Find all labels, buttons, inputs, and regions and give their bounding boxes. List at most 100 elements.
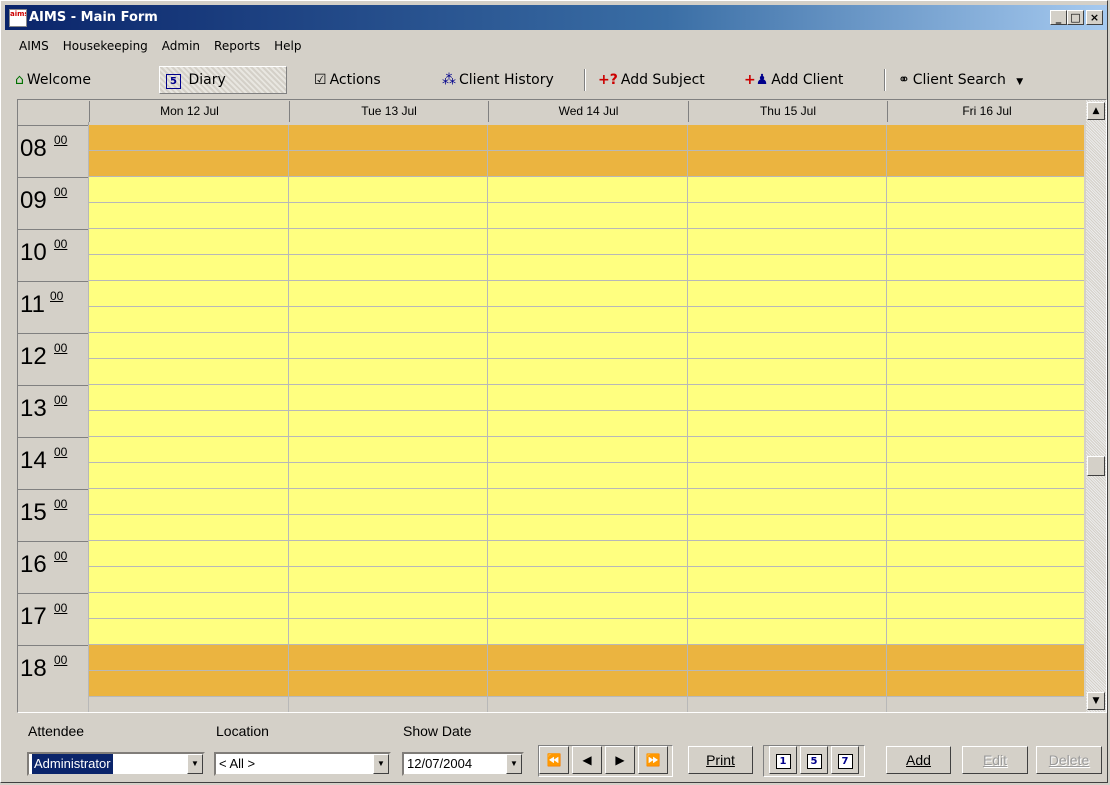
day-header-mon[interactable]: Mon 12 Jul [89, 101, 289, 122]
time-slot[interactable] [88, 255, 1084, 281]
add-label: Add [906, 752, 931, 768]
hour-number: 18 [20, 655, 47, 682]
chevron-down-icon[interactable]: ▼ [187, 754, 203, 774]
day-divider [886, 125, 887, 712]
menu-aims[interactable]: AIMS [19, 39, 49, 53]
chevron-down-icon[interactable]: ▼ [373, 754, 389, 774]
chevron-down-icon[interactable]: ▼ [1016, 77, 1023, 87]
print-button[interactable]: Print [688, 746, 753, 774]
hour-number: 17 [20, 603, 47, 630]
print-label: Print [706, 752, 735, 768]
add-button[interactable]: Add [886, 746, 951, 774]
toolbar-separator [584, 69, 586, 91]
scroll-down-button[interactable]: ▼ [1087, 692, 1105, 710]
time-slot[interactable] [88, 489, 1084, 515]
location-value: < All > [219, 756, 256, 771]
time-slot[interactable] [88, 125, 1084, 151]
day-header-thu[interactable]: Thu 15 Jul [688, 101, 887, 122]
day-divider [288, 125, 289, 712]
five-day-view-button[interactable]: 5 [800, 746, 828, 774]
client-history-button[interactable]: ⁂ Client History [442, 69, 554, 91]
hour-minutes: 00 [54, 341, 68, 355]
client-history-label: Client History [459, 72, 554, 88]
seven-day-view-button[interactable]: 7 [831, 746, 859, 774]
add-subject-icon: +? [598, 72, 618, 88]
add-client-label: Add Client [771, 72, 844, 88]
chevron-down-icon[interactable]: ▼ [506, 754, 522, 774]
scroll-thumb[interactable] [1087, 456, 1105, 476]
previous-icon[interactable]: ◀ [572, 746, 602, 774]
hour-label: 16 00 [18, 541, 88, 593]
diary-button[interactable]: 5 Diary [159, 66, 287, 94]
menu-housekeeping[interactable]: Housekeeping [63, 39, 148, 53]
add-subject-label: Add Subject [620, 72, 705, 88]
client-search-label: Client Search [912, 72, 1006, 88]
diary-grid[interactable] [88, 125, 1084, 712]
maximize-button[interactable]: □ [1067, 10, 1084, 25]
time-slot[interactable] [88, 385, 1084, 411]
time-slot[interactable] [88, 307, 1084, 333]
time-slot[interactable] [88, 567, 1084, 593]
time-slot[interactable] [88, 177, 1084, 203]
day-header-fri[interactable]: Fri 16 Jul [887, 101, 1086, 122]
location-select[interactable]: < All > ▼ [214, 752, 391, 776]
close-button[interactable]: × [1086, 10, 1103, 25]
edit-button[interactable]: Edit [962, 746, 1028, 774]
welcome-button[interactable]: ⌂ Welcome [15, 69, 91, 91]
delete-button[interactable]: Delete [1036, 746, 1102, 774]
time-slot[interactable] [88, 593, 1084, 619]
time-slot[interactable] [88, 229, 1084, 255]
time-slot[interactable] [88, 359, 1084, 385]
time-slot[interactable] [88, 411, 1084, 437]
time-slot[interactable] [88, 463, 1084, 489]
edit-label: Edit [982, 752, 1008, 768]
time-slot[interactable] [88, 281, 1084, 307]
hour-number: 16 [20, 551, 47, 578]
time-slot[interactable] [88, 203, 1084, 229]
day-header-wed[interactable]: Wed 14 Jul [488, 101, 688, 122]
scroll-up-button[interactable]: ▲ [1087, 102, 1105, 120]
title-bar[interactable]: aims AIMS - Main Form _ □ × [5, 5, 1107, 30]
add-subject-button[interactable]: +? Add Subject [598, 69, 705, 91]
time-slot[interactable] [88, 645, 1084, 671]
attendee-select[interactable]: Administrator ▼ [27, 752, 205, 776]
time-slot[interactable] [88, 671, 1084, 697]
menu-admin[interactable]: Admin [162, 39, 200, 53]
hour-label: 18 00 [18, 645, 88, 697]
add-client-button[interactable]: +♟ Add Client [744, 69, 843, 91]
vertical-scrollbar[interactable]: ▲ ▼ [1086, 100, 1106, 712]
attendee-value: Administrator [32, 754, 113, 774]
time-slot[interactable] [88, 151, 1084, 177]
last-page-icon[interactable]: ⏩ [638, 746, 668, 774]
hour-minutes: 00 [54, 601, 68, 615]
hour-label: 15 00 [18, 489, 88, 541]
day-divider [687, 125, 688, 712]
app-icon: aims [9, 9, 27, 27]
time-slot[interactable] [88, 437, 1084, 463]
hour-divider [18, 541, 88, 542]
time-slot[interactable] [88, 333, 1084, 359]
hour-minutes: 00 [54, 185, 68, 199]
minimize-button[interactable]: _ [1050, 10, 1067, 25]
calendar-icon: 5 [166, 74, 181, 89]
menu-help[interactable]: Help [274, 39, 301, 53]
location-label: Location [216, 723, 269, 739]
main-window: aims AIMS - Main Form _ □ × AIMS Housekee… [0, 0, 1108, 783]
menu-reports[interactable]: Reports [214, 39, 260, 53]
hour-number: 13 [20, 395, 47, 422]
welcome-label: Welcome [26, 72, 91, 88]
time-slot[interactable] [88, 515, 1084, 541]
time-slot[interactable] [88, 619, 1084, 645]
one-day-view-button[interactable]: 1 [769, 746, 797, 774]
hour-minutes: 00 [54, 445, 68, 459]
hour-divider [18, 385, 88, 386]
time-slot[interactable] [88, 541, 1084, 567]
show-date-picker[interactable]: 12/07/2004 ▼ [402, 752, 524, 776]
actions-button[interactable]: ☑ Actions [314, 69, 381, 91]
add-client-icon: +♟ [744, 72, 769, 88]
first-page-icon[interactable]: ⏪ [539, 746, 569, 774]
hour-number: 14 [20, 447, 47, 474]
client-search-button[interactable]: ⚭ Client Search ▼ [898, 69, 1023, 91]
day-header-tue[interactable]: Tue 13 Jul [289, 101, 488, 122]
next-icon[interactable]: ▶ [605, 746, 635, 774]
